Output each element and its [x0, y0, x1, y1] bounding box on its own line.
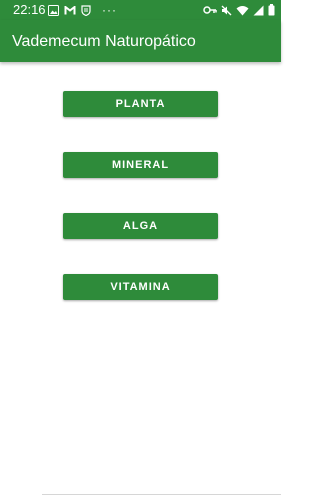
mineral-button[interactable]: MINERAL — [63, 152, 218, 178]
gmail-icon — [64, 5, 76, 15]
key-icon — [203, 5, 217, 15]
bottom-divider — [42, 494, 281, 495]
signal-icon — [253, 5, 264, 16]
status-bar: 22:16 ··· — [0, 0, 281, 20]
status-time: 22:16 — [13, 2, 46, 17]
app-title: Vademecum Naturopático — [12, 33, 196, 50]
app-bar: Vademecum Naturopático — [0, 20, 281, 62]
wifi-icon — [236, 5, 249, 16]
shield-icon — [81, 4, 91, 16]
mute-icon — [221, 5, 232, 16]
image-icon — [48, 4, 59, 16]
battery-icon — [268, 4, 275, 16]
vitamina-button[interactable]: VITAMINA — [63, 274, 218, 300]
status-right-icons — [203, 4, 275, 16]
alga-button[interactable]: ALGA — [63, 213, 218, 239]
status-left-icons: ··· — [48, 4, 117, 16]
planta-button[interactable]: PLANTA — [63, 91, 218, 117]
more-notifications-icon: ··· — [102, 3, 117, 17]
